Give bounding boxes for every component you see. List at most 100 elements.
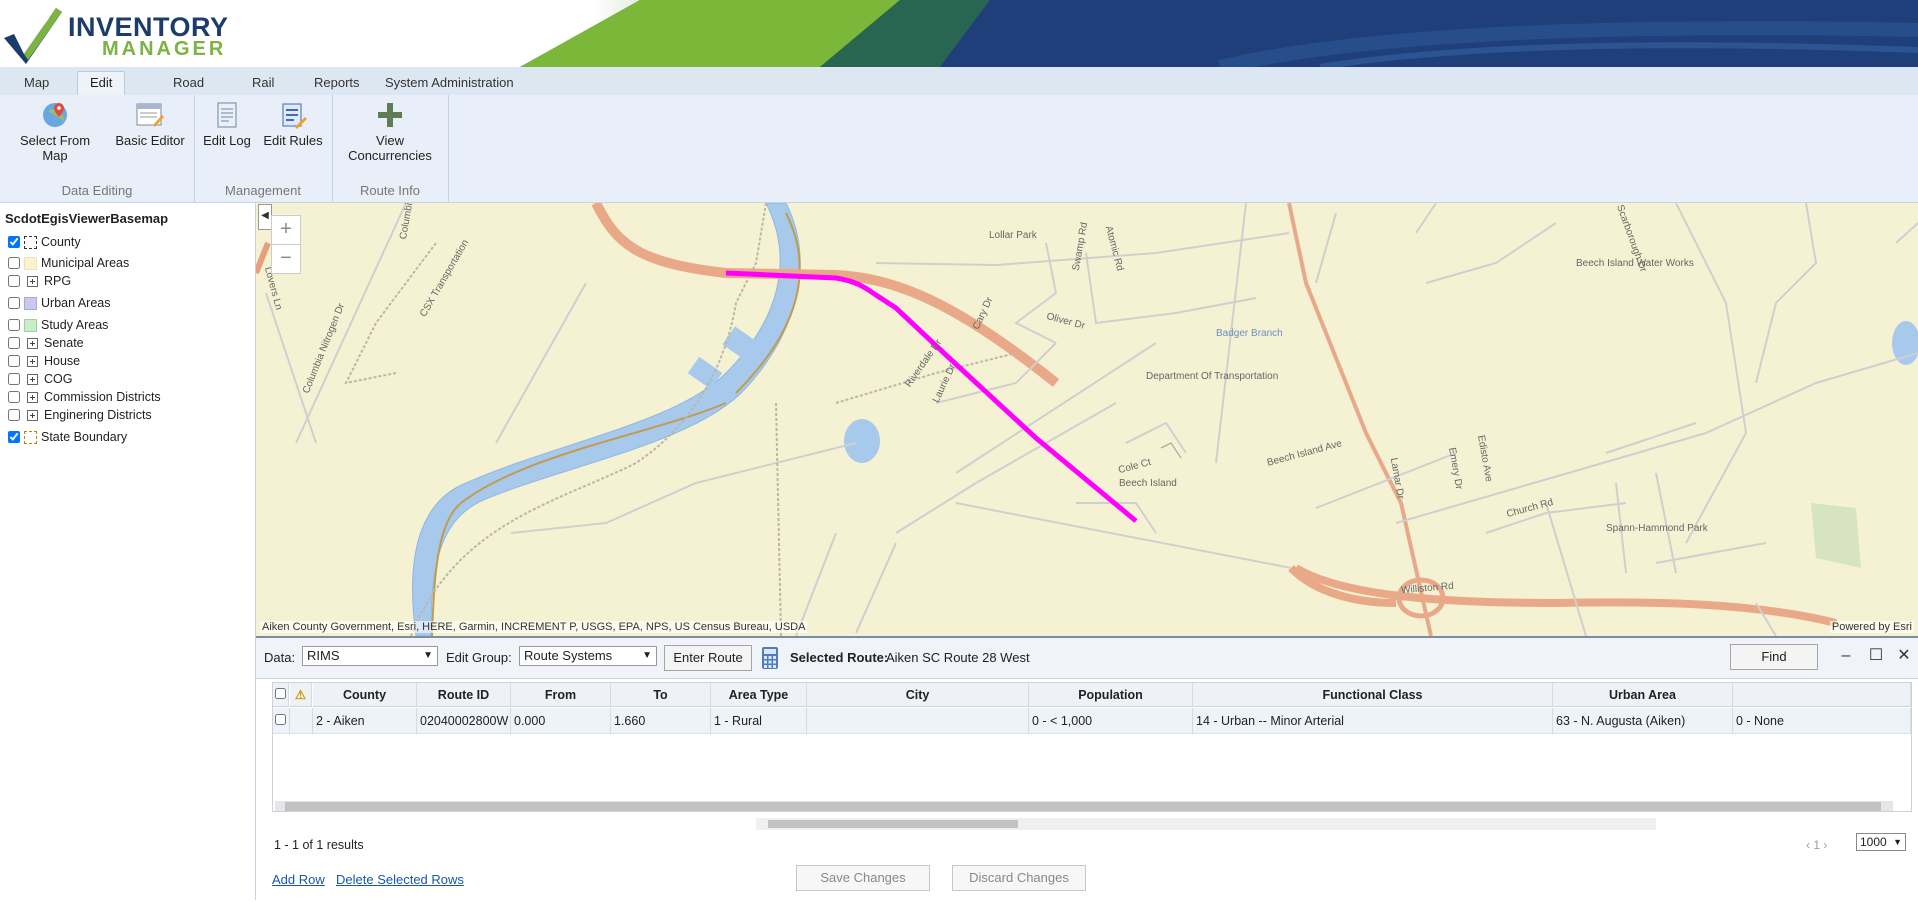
layer-commission-districts-checkbox[interactable] — [8, 391, 20, 403]
edit-group-select[interactable]: Route Systems ▼ — [519, 646, 657, 666]
collapse-panel-button[interactable]: ◀ — [258, 204, 272, 230]
maximize-icon[interactable]: ☐ — [1868, 648, 1884, 664]
column-header-functional-class[interactable]: Functional Class — [1193, 683, 1553, 707]
delete-selected-rows-link[interactable]: Delete Selected Rows — [336, 872, 464, 887]
next-page-icon[interactable]: › — [1823, 838, 1827, 852]
layer-county-label: County — [41, 235, 81, 249]
editor-window-icon — [136, 103, 164, 127]
tab-road[interactable]: Road — [161, 72, 216, 95]
layer-enginering-districts: Enginering Districts — [8, 407, 152, 423]
table-cell-functional-class[interactable]: 14 - Urban -- Minor Arterial — [1193, 708, 1553, 734]
layer-commission-districts-label: Commission Districts — [44, 390, 161, 404]
edit-ribbon: Select From Map Basic Editor Data Editin… — [0, 95, 1918, 203]
enter-route-button[interactable]: Enter Route — [664, 645, 752, 671]
app-header: INVENTORY MANAGER — [0, 0, 1918, 67]
data-select[interactable]: RIMS ▼ — [302, 646, 438, 666]
plus-cross-icon — [378, 103, 402, 127]
column-header-area-type[interactable]: Area Type — [711, 683, 807, 707]
layer-state-boundary-checkbox[interactable] — [8, 431, 20, 443]
layer-urban-areas-checkbox[interactable] — [8, 297, 20, 309]
table-cell-area-type[interactable]: 1 - Rural — [711, 708, 807, 734]
zoom-in-button[interactable]: + — [271, 215, 301, 245]
secondary-horizontal-scrollbar[interactable] — [756, 818, 1656, 830]
add-row-link[interactable]: Add Row — [272, 872, 325, 887]
tab-system-administration[interactable]: System Administration — [373, 72, 526, 95]
expand-icon[interactable] — [27, 275, 38, 287]
tab-rail[interactable]: Rail — [240, 72, 286, 95]
minimize-icon[interactable]: – — [1838, 648, 1854, 664]
column-header-county[interactable]: County — [313, 683, 417, 707]
table-cell-from[interactable]: 0.000 — [511, 708, 611, 734]
expand-icon[interactable] — [27, 391, 38, 403]
row-checkbox[interactable] — [275, 714, 286, 725]
fill-symbol-icon — [24, 318, 37, 332]
edit-log-button[interactable]: Edit Log — [202, 101, 252, 148]
select-all-header — [273, 683, 289, 707]
selected-route-label: Selected Route: — [790, 650, 889, 665]
basic-editor-button[interactable]: Basic Editor — [112, 101, 188, 148]
edit-rules-button[interactable]: Edit Rules — [260, 101, 326, 148]
pager: ‹ 1 › — [1806, 838, 1827, 852]
layer-state-boundary-label: State Boundary — [41, 430, 128, 444]
page-number[interactable]: 1 — [1813, 838, 1820, 852]
grid-toolbar: Data: RIMS ▼ Edit Group: Route Systems ▼… — [256, 638, 1918, 679]
expand-icon[interactable] — [27, 337, 38, 349]
tab-map[interactable]: Map — [12, 72, 61, 95]
view-concurrencies-button[interactable]: View Concurrencies — [344, 101, 436, 163]
table-cell-urban-area[interactable]: 63 - N. Augusta (Aiken) — [1553, 708, 1733, 734]
layer-municipal-areas-checkbox[interactable] — [8, 257, 20, 269]
edit-rules-icon — [282, 103, 307, 129]
select-all-checkbox[interactable] — [275, 688, 286, 699]
savannah-river — [412, 203, 801, 636]
column-header-to[interactable]: To — [611, 683, 711, 707]
zoom-out-button[interactable]: − — [271, 244, 301, 274]
column-header-urban-area[interactable]: Urban Area — [1553, 683, 1733, 707]
table-cell-route-id[interactable]: 02040002800W — [417, 708, 511, 734]
layer-house-label: House — [44, 354, 81, 368]
layer-study-areas-checkbox[interactable] — [8, 319, 20, 331]
tab-reports[interactable]: Reports — [302, 72, 372, 95]
select-from-map-button[interactable]: Select From Map — [14, 101, 96, 163]
selected-route-value: Aiken SC Route 28 West — [886, 650, 1030, 665]
save-changes-button[interactable]: Save Changes — [796, 865, 930, 891]
layer-house-checkbox[interactable] — [8, 355, 20, 367]
discard-changes-button[interactable]: Discard Changes — [952, 865, 1086, 891]
scrollbar-thumb[interactable] — [285, 802, 1881, 811]
page-size-select[interactable]: 1000 ▼ — [1856, 833, 1906, 851]
calculator-icon[interactable] — [761, 646, 779, 670]
table-cell-to[interactable]: 1.660 — [611, 708, 711, 734]
table-cell-city[interactable] — [807, 708, 1029, 734]
dashed-box-symbol-icon — [24, 430, 37, 444]
edit-group-select-value: Route Systems — [524, 648, 613, 663]
column-header-city[interactable]: City — [807, 683, 1029, 707]
table-cell-county[interactable]: 2 - Aiken — [313, 708, 417, 734]
close-icon[interactable]: ✕ — [1896, 648, 1912, 664]
powered-by-esri[interactable]: Powered by Esri — [1829, 621, 1914, 633]
checkmark-road-logo-icon — [4, 8, 62, 64]
attribute-table: ⚠ County Route ID From To Area Type City… — [272, 682, 1912, 812]
expand-icon[interactable] — [27, 355, 38, 367]
column-header-route-id[interactable]: Route ID — [417, 683, 511, 707]
layer-rpg-checkbox[interactable] — [8, 275, 20, 287]
find-button[interactable]: Find — [1730, 644, 1818, 670]
tab-edit[interactable]: Edit — [77, 71, 126, 96]
expand-icon[interactable] — [27, 373, 38, 385]
edit-rules-label: Edit Rules — [263, 133, 323, 148]
table-cell-population[interactable]: 0 - < 1,000 — [1029, 708, 1193, 734]
chevron-down-icon: ▼ — [1893, 837, 1902, 847]
header-banner-art — [520, 0, 1918, 67]
column-header-population[interactable]: Population — [1029, 683, 1193, 707]
table-cell-extra[interactable]: 0 - None — [1733, 708, 1911, 734]
map-view[interactable]: Lollar Park Swamp Rd Atomic Rd Oliver Dr… — [256, 203, 1918, 636]
previous-page-icon[interactable]: ‹ — [1806, 838, 1810, 852]
expand-icon[interactable] — [27, 409, 38, 421]
layer-county-checkbox[interactable] — [8, 236, 20, 248]
layer-cog-checkbox[interactable] — [8, 373, 20, 385]
ribbon-group-label-data-editing: Data Editing — [61, 183, 133, 198]
scrollbar-thumb[interactable] — [768, 820, 1018, 828]
table-horizontal-scrollbar[interactable] — [275, 801, 1893, 811]
layer-enginering-districts-checkbox[interactable] — [8, 409, 20, 421]
brand-subtitle: MANAGER — [102, 38, 227, 60]
column-header-from[interactable]: From — [511, 683, 611, 707]
layer-senate-checkbox[interactable] — [8, 337, 20, 349]
